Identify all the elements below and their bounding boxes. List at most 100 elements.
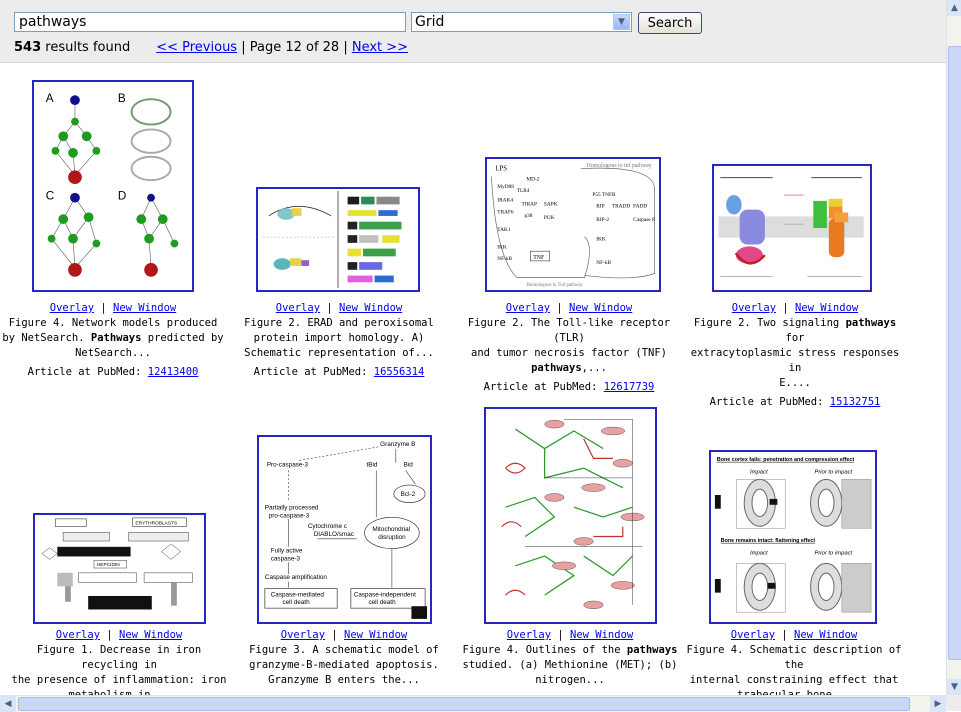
scroll-left-icon[interactable]: ◀ bbox=[0, 696, 16, 712]
figure-caption: Figure 4. Network models produced by NetS… bbox=[0, 316, 226, 361]
new-window-link[interactable]: New Window bbox=[795, 302, 858, 314]
caption-line: extracytoplasmic stress responses in bbox=[690, 347, 900, 374]
result-caption-block: Overlay | New Window Figure 2. ERAD and … bbox=[226, 301, 452, 380]
link-separator: | bbox=[550, 302, 569, 314]
search-button[interactable]: Search bbox=[638, 12, 702, 34]
diagram-label: SAPK bbox=[544, 202, 558, 208]
overlay-link[interactable]: Overlay bbox=[732, 302, 776, 314]
caption-line: Figure 4. Schematic description of the bbox=[686, 644, 902, 671]
diagram-label: Bone remains intact: flattening effect bbox=[721, 538, 816, 544]
diagram-label: LPS bbox=[495, 166, 507, 173]
diagram-label: Impact bbox=[750, 470, 768, 476]
link-separator: | bbox=[551, 629, 570, 641]
result-caption-block: Overlay | New Window Figure 4. Network m… bbox=[0, 301, 226, 380]
diagram-label: Bid bbox=[404, 461, 414, 468]
diagram-label: Homologous to Toll pathway bbox=[526, 283, 583, 288]
new-window-link[interactable]: New Window bbox=[113, 302, 176, 314]
panel-label: D bbox=[118, 190, 126, 203]
overlay-link[interactable]: Overlay bbox=[507, 629, 551, 641]
figure-caption: Figure 4. Schematic description of the in… bbox=[681, 643, 907, 703]
link-separator: | bbox=[320, 302, 339, 314]
result-thumbnail[interactable]: ERYTHROBLASTS HEPCIDIN bbox=[33, 513, 206, 624]
caption-line: Figure 1. Decrease in iron recycling in bbox=[36, 644, 202, 671]
pubmed-link[interactable]: 15132751 bbox=[830, 396, 881, 408]
overlay-link[interactable]: Overlay bbox=[281, 629, 325, 641]
caption-line: Figure 2. Two signaling pathways for bbox=[693, 317, 897, 344]
scroll-right-icon[interactable]: ▶ bbox=[930, 696, 946, 712]
overlay-link[interactable]: Overlay bbox=[731, 629, 775, 641]
diagram-label: Cytochrome c bbox=[308, 523, 347, 530]
chevron-down-icon[interactable]: ▼ bbox=[613, 14, 630, 30]
diagram-label: cell death bbox=[282, 599, 310, 606]
result-thumbnail[interactable] bbox=[484, 407, 657, 624]
overlay-link[interactable]: Overlay bbox=[276, 302, 320, 314]
diagram-label: Pro-caspase-3 bbox=[267, 461, 309, 468]
highlighted-term: pathways bbox=[531, 362, 582, 374]
pubmed-label: Article at PubMed: bbox=[483, 381, 604, 393]
svg-text:TRADD: TRADD bbox=[612, 204, 631, 210]
previous-page-link[interactable]: << Previous bbox=[156, 40, 237, 55]
overlay-link[interactable]: Overlay bbox=[56, 629, 100, 641]
highlighted-term: pathways bbox=[845, 317, 897, 329]
caption-line: the presence of inflammation: iron bbox=[11, 674, 227, 686]
new-window-link[interactable]: New Window bbox=[344, 629, 407, 641]
caption-line: Granzyme B enters the... bbox=[268, 674, 420, 686]
svg-text:RIP: RIP bbox=[596, 204, 604, 210]
pubmed-line: Article at PubMed: 12617739 bbox=[456, 380, 682, 395]
svg-text:TRAF6: TRAF6 bbox=[497, 209, 514, 215]
new-window-link[interactable]: New Window bbox=[339, 302, 402, 314]
result-thumbnail[interactable]: A B C D bbox=[32, 80, 194, 292]
scroll-up-icon[interactable]: ▲ bbox=[947, 0, 961, 16]
caption-line: protein import homology. A) bbox=[253, 332, 425, 344]
diagram-label: Granzyme B bbox=[380, 441, 415, 448]
next-page-link[interactable]: Next >> bbox=[352, 40, 408, 55]
horizontal-scrollbar[interactable]: ◀ ▶ bbox=[0, 695, 946, 712]
result-caption-block: Overlay | New Window Figure 2. The Toll-… bbox=[456, 301, 682, 395]
results-status: 543 results found << Previous | Page 12 o… bbox=[14, 40, 408, 55]
overlay-link[interactable]: Overlay bbox=[50, 302, 94, 314]
result-thumbnail[interactable] bbox=[712, 164, 872, 292]
caption-line: by NetSearch. Pathways predicted by bbox=[2, 332, 224, 344]
diagram-label: pro-caspase-3 bbox=[269, 512, 310, 519]
figure-caption: Figure 2. Two signaling pathways for extr… bbox=[682, 316, 908, 391]
result-count-label: results found bbox=[41, 40, 131, 55]
diagram-label: HEPCIDIN bbox=[97, 562, 120, 568]
caption-line: Figure 4. Network models produced bbox=[8, 317, 218, 329]
panel-label: A bbox=[46, 92, 54, 105]
caption-line: Figure 2. The Toll-like receptor (TLR) bbox=[467, 317, 671, 344]
highlighted-term: Pathways bbox=[90, 332, 142, 344]
result-thumbnail[interactable] bbox=[256, 187, 420, 292]
new-window-link[interactable]: New Window bbox=[570, 629, 633, 641]
result-thumbnail[interactable]: Granzyme B Pro-caspase-3 tBid Bid Bcl-2 … bbox=[257, 435, 432, 624]
view-select-value: Grid bbox=[415, 14, 445, 30]
diagram-label: ERYTHROBLASTS bbox=[135, 521, 177, 527]
highlighted-term: pathways bbox=[626, 644, 678, 656]
caption-line: NetSearch... bbox=[75, 347, 151, 359]
view-select[interactable]: Grid ▼ bbox=[411, 12, 632, 32]
vertical-scroll-thumb[interactable] bbox=[948, 46, 961, 660]
result-thumbnail[interactable]: Homologous to tnf pathway LPS MyD88 MD-2 T… bbox=[485, 157, 661, 292]
horizontal-scroll-thumb[interactable] bbox=[18, 697, 910, 711]
new-window-link[interactable]: New Window bbox=[569, 302, 632, 314]
scroll-down-icon[interactable]: ▼ bbox=[947, 679, 961, 695]
caption-line: studied. (a) Methionine (MET); (b) bbox=[462, 659, 678, 671]
pubmed-link[interactable]: 16556314 bbox=[374, 366, 425, 378]
pubmed-link[interactable]: 12617739 bbox=[604, 381, 655, 393]
caption-line: granzyme-B-mediated apoptosis. bbox=[249, 659, 439, 671]
link-separator: | bbox=[325, 629, 344, 641]
svg-text:p38: p38 bbox=[524, 213, 532, 219]
diagram-label: Mitochondrial bbox=[372, 526, 410, 533]
search-input[interactable]: pathways bbox=[14, 12, 406, 32]
pubmed-line: Article at PubMed: 12413400 bbox=[0, 365, 226, 380]
caption-line: nitrogen... bbox=[535, 674, 605, 686]
pubmed-label: Article at PubMed: bbox=[253, 366, 374, 378]
new-window-link[interactable]: New Window bbox=[119, 629, 182, 641]
svg-text:TAK1: TAK1 bbox=[497, 227, 511, 233]
overlay-link[interactable]: Overlay bbox=[506, 302, 550, 314]
new-window-link[interactable]: New Window bbox=[794, 629, 857, 641]
diagram-label: tBid bbox=[366, 461, 377, 468]
pubmed-link[interactable]: 12413400 bbox=[148, 366, 199, 378]
svg-text:TLR4: TLR4 bbox=[517, 188, 530, 194]
vertical-scrollbar[interactable]: ▲ ▼ bbox=[946, 0, 961, 695]
result-thumbnail[interactable]: Bone cortex fails: penetration and compr… bbox=[709, 450, 877, 624]
